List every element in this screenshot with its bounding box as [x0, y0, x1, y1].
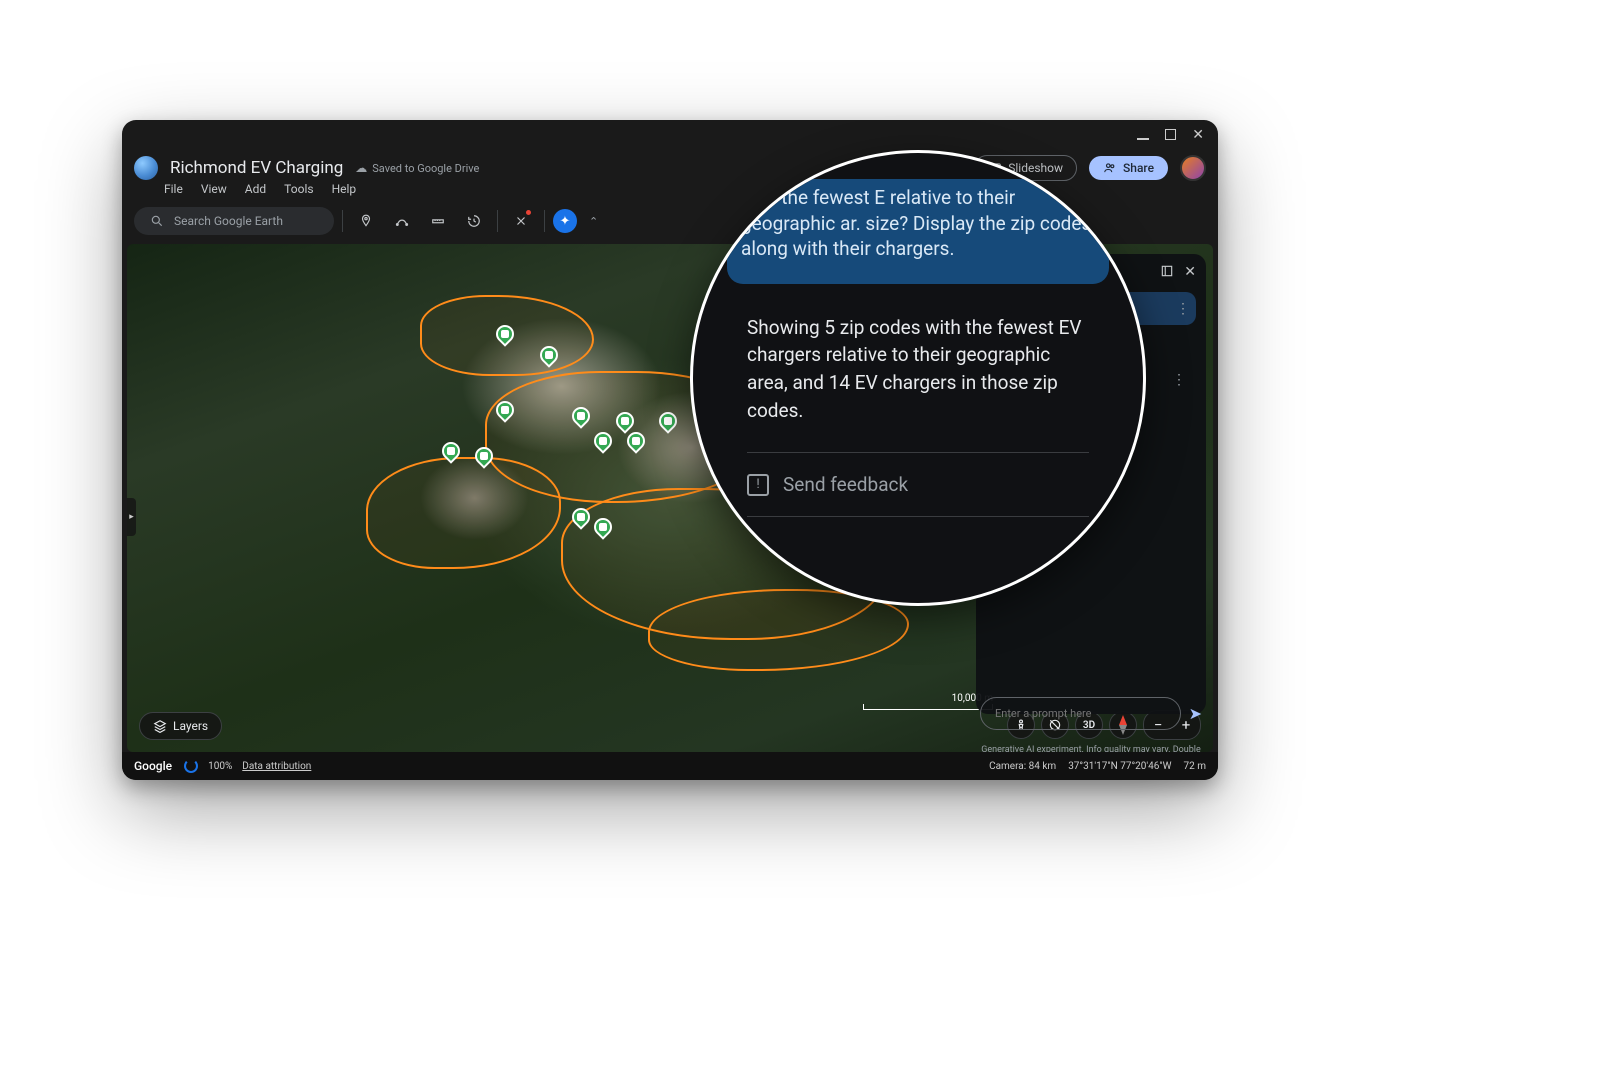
charger-pin[interactable]: [540, 346, 559, 370]
feedback-icon: !: [747, 474, 769, 496]
ai-assist-button[interactable]: ✦: [553, 209, 577, 233]
search-placeholder: Search Google Earth: [174, 214, 283, 228]
divider: [497, 210, 498, 232]
footer-bar: Google 100% Data attribution Camera: 84 …: [122, 752, 1218, 780]
mag-user-prompt: with the fewest E relative to their geog…: [727, 179, 1109, 284]
minimize-button[interactable]: [1137, 128, 1149, 140]
badge-dot-icon: [526, 210, 531, 215]
divider: [747, 452, 1089, 453]
google-brand: Google: [134, 759, 172, 773]
menu-help[interactable]: Help: [332, 182, 357, 196]
save-status: ☁ Saved to Google Drive: [355, 161, 479, 175]
search-input[interactable]: Search Google Earth: [134, 207, 334, 235]
ruler-icon: [431, 214, 445, 228]
cloud-icon: ☁: [355, 161, 367, 175]
charger-pin[interactable]: [572, 508, 591, 532]
magnifier-overlay: with the fewest E relative to their geog…: [690, 150, 1146, 606]
charger-pin[interactable]: [442, 442, 461, 466]
data-attribution-link[interactable]: Data attribution: [242, 761, 311, 772]
popout-icon: [1160, 264, 1174, 278]
toolbar-expand[interactable]: ⌃: [583, 215, 604, 228]
window-chrome: ✕: [1123, 120, 1218, 148]
layers-icon: [153, 719, 167, 733]
menu-view[interactable]: View: [201, 182, 227, 196]
loading-spinner-icon: [184, 759, 198, 773]
history-icon: [467, 214, 481, 228]
menu-add[interactable]: Add: [245, 182, 266, 196]
panel-expand-handle[interactable]: ▸: [127, 498, 136, 536]
charger-pin[interactable]: [594, 432, 613, 456]
layers-button[interactable]: Layers: [139, 712, 222, 740]
pin-icon: [359, 214, 373, 228]
prompt-row: ➤: [980, 697, 1202, 730]
history-tool[interactable]: [459, 206, 489, 236]
charger-pin[interactable]: [627, 432, 646, 456]
panel-close-button[interactable]: ✕: [1184, 264, 1196, 282]
scale-bar: 10,000 m: [863, 693, 993, 710]
menu-file[interactable]: File: [164, 182, 183, 196]
charger-pin[interactable]: [594, 518, 613, 542]
close-button[interactable]: ✕: [1192, 128, 1204, 140]
measure-tool[interactable]: [423, 206, 453, 236]
send-button[interactable]: ➤: [1189, 704, 1202, 723]
extra-tool[interactable]: [506, 206, 536, 236]
project-title: Richmond EV Charging: [170, 158, 343, 178]
menu-tools[interactable]: Tools: [284, 182, 313, 196]
prompt-input[interactable]: [980, 697, 1181, 730]
charger-pin[interactable]: [572, 407, 591, 431]
user-avatar[interactable]: [1180, 155, 1206, 181]
maximize-button[interactable]: [1165, 128, 1176, 140]
save-status-label: Saved to Google Drive: [372, 162, 479, 175]
path-icon: [395, 214, 409, 228]
divider: [747, 516, 1089, 517]
charger-pin[interactable]: [496, 325, 515, 349]
coordinates: 37°31'17"N 77°20'46"W: [1068, 761, 1171, 772]
divider: [544, 210, 545, 232]
layers-label: Layers: [173, 719, 208, 733]
charger-pin[interactable]: [475, 447, 494, 471]
search-icon: [150, 214, 164, 228]
scale-line: [863, 704, 993, 710]
path-tool[interactable]: [387, 206, 417, 236]
send-feedback-button[interactable]: ! Send feedback: [747, 463, 1089, 506]
feedback-label: Send feedback: [783, 473, 908, 496]
placemark-tool[interactable]: [351, 206, 381, 236]
camera-distance: Camera: 84 km: [989, 761, 1056, 772]
divider: [342, 210, 343, 232]
charger-pin[interactable]: [659, 412, 678, 436]
tools-icon: [514, 214, 528, 228]
mag-response: Showing 5 zip codes with the fewest EV c…: [747, 304, 1089, 442]
menu-bar: File View Add Tools Help: [164, 182, 356, 196]
charger-pin[interactable]: [496, 401, 515, 425]
elevation: 72 m: [1184, 761, 1207, 772]
card-menu-button[interactable]: ⋮: [1176, 301, 1190, 317]
panel-popout-button[interactable]: [1160, 264, 1174, 282]
region-outline: [366, 457, 561, 569]
earth-logo-icon: [134, 156, 158, 180]
load-percent: 100%: [208, 761, 232, 772]
